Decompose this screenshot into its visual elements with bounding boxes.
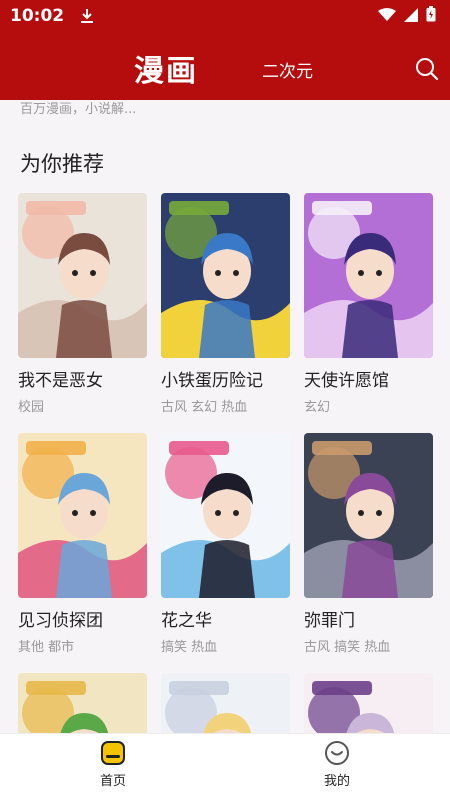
comic-tags: 校园 — [18, 400, 45, 415]
app-bar: 漫画 二次元 — [0, 32, 450, 100]
comic-card[interactable] — [18, 673, 147, 733]
comic-cover[interactable] — [304, 673, 433, 733]
comic-tags: 玄幻 — [304, 400, 331, 415]
nav-home-label: 首页 — [99, 774, 126, 789]
status-bar: 10:02 — [0, 0, 450, 32]
battery-icon — [426, 6, 436, 26]
comic-cover[interactable] — [161, 673, 290, 733]
content-scroll[interactable]: 百万漫画，小说解... 为你推荐 我不是恶女 校园 小铁蛋历险记 古风 玄幻 热… — [0, 100, 450, 733]
signal-icon — [404, 7, 418, 26]
search-hint[interactable]: 百万漫画，小说解... — [20, 100, 136, 117]
wifi-icon — [378, 7, 396, 26]
profile-icon — [324, 740, 350, 766]
nav-mine[interactable]: 我的 — [297, 740, 377, 789]
status-time: 10:02 — [10, 6, 65, 26]
comic-card[interactable]: 天使许愿馆 玄幻 — [304, 193, 433, 415]
comic-grid: 我不是恶女 校园 小铁蛋历险记 古风 玄幻 热血 天使许愿馆 玄幻 见习侦探团 … — [18, 193, 433, 733]
home-icon — [100, 740, 126, 766]
comic-tags: 古风 玄幻 热血 — [161, 400, 248, 415]
comic-card[interactable] — [304, 673, 433, 733]
comic-cover[interactable] — [18, 193, 147, 358]
download-icon — [80, 8, 94, 24]
comic-cover[interactable] — [161, 433, 290, 598]
nav-mine-label: 我的 — [323, 774, 350, 789]
comic-cover[interactable] — [161, 193, 290, 358]
tab-anime[interactable]: 二次元 — [262, 57, 313, 82]
comic-cover[interactable] — [304, 433, 433, 598]
comic-tags: 古风 搞笑 热血 — [304, 640, 391, 655]
comic-card[interactable]: 小铁蛋历险记 古风 玄幻 热血 — [161, 193, 290, 415]
tab-comics[interactable]: 漫画 — [134, 46, 198, 90]
comic-title: 我不是恶女 — [18, 371, 103, 391]
comic-cover[interactable] — [18, 673, 147, 733]
comic-cover[interactable] — [18, 433, 147, 598]
comic-title: 花之华 — [161, 611, 212, 631]
comic-card[interactable] — [161, 673, 290, 733]
comic-tags: 搞笑 热血 — [161, 640, 218, 655]
comic-title: 弥罪门 — [304, 611, 355, 631]
comic-title: 小铁蛋历险记 — [161, 371, 263, 391]
comic-card[interactable]: 弥罪门 古风 搞笑 热血 — [304, 433, 433, 655]
comic-card[interactable]: 我不是恶女 校园 — [18, 193, 147, 415]
comic-title: 见习侦探团 — [18, 611, 103, 631]
comic-tags: 其他 都市 — [18, 640, 75, 655]
comic-card[interactable]: 花之华 搞笑 热血 — [161, 433, 290, 655]
comic-card[interactable]: 见习侦探团 其他 都市 — [18, 433, 147, 655]
comic-title: 天使许愿馆 — [304, 371, 389, 391]
comic-cover[interactable] — [304, 193, 433, 358]
section-title: 为你推荐 — [20, 152, 104, 176]
bottom-nav: 首页 我的 — [0, 733, 450, 800]
nav-home[interactable]: 首页 — [73, 740, 153, 789]
search-icon[interactable] — [414, 56, 440, 82]
